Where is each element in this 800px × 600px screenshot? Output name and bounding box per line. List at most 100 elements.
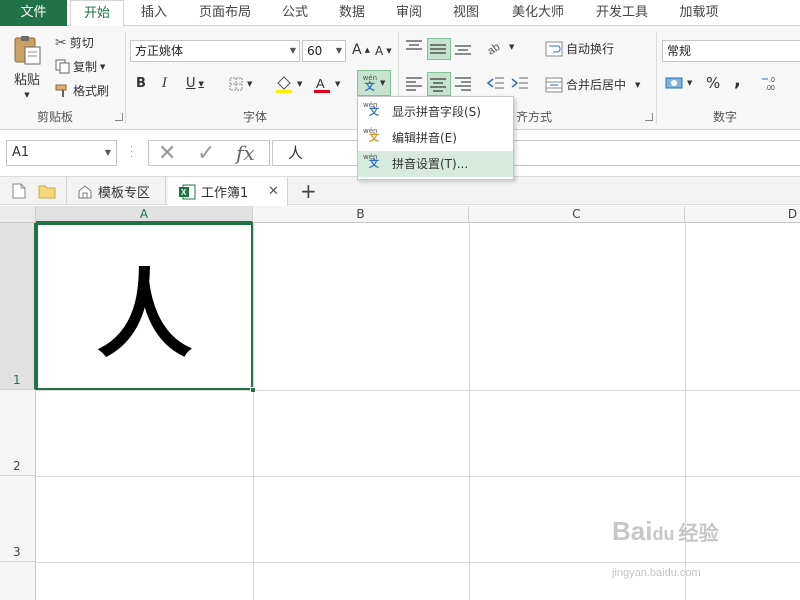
underline-button[interactable]: U ▼ bbox=[186, 76, 204, 91]
fill-color-button[interactable]: ▼ bbox=[274, 74, 302, 94]
gridline bbox=[253, 223, 254, 600]
confirm-entry-button[interactable]: ✓ bbox=[197, 141, 215, 166]
align-right-icon bbox=[455, 77, 471, 91]
row-header-1[interactable]: 1 bbox=[0, 223, 36, 390]
currency-icon bbox=[665, 77, 683, 89]
phonetic-button[interactable]: wén 文 ▼ bbox=[357, 70, 391, 96]
edit-phonetic-icon: wén 文 bbox=[363, 127, 379, 144]
border-icon bbox=[229, 77, 243, 91]
cancel-entry-button[interactable]: ✕ bbox=[158, 141, 176, 166]
fill-handle[interactable] bbox=[250, 387, 256, 393]
insert-function-button[interactable]: fx bbox=[236, 141, 255, 165]
workbook-tab-label: 工作簿1 bbox=[201, 186, 249, 201]
row-header-4[interactable] bbox=[0, 562, 36, 600]
italic-button[interactable]: I bbox=[162, 76, 167, 91]
font-size-value: 60 bbox=[307, 44, 323, 58]
comma-button[interactable]: , bbox=[734, 70, 741, 91]
accounting-format-button[interactable]: ▼ bbox=[664, 74, 692, 92]
format-painter-label: 格式刷 bbox=[73, 84, 110, 98]
font-color-button[interactable]: A ▼ bbox=[312, 74, 340, 94]
align-top-icon bbox=[406, 40, 422, 50]
increase-decimal-button[interactable]: .0 .00 bbox=[760, 74, 784, 92]
align-center-button[interactable] bbox=[427, 72, 451, 96]
splitter-dots-icon[interactable]: · · · bbox=[130, 143, 133, 163]
tab-data[interactable]: 数据 bbox=[326, 0, 378, 26]
tab-review[interactable]: 审阅 bbox=[384, 0, 434, 26]
workbook-tab[interactable]: X 工作簿1 ✕ bbox=[168, 177, 288, 206]
divider bbox=[125, 32, 126, 124]
font-name-combo[interactable]: 方正姚体 ▼ bbox=[130, 40, 300, 62]
align-left-button[interactable] bbox=[404, 74, 424, 92]
svg-text:ab: ab bbox=[486, 41, 502, 56]
column-header-c[interactable]: C bbox=[469, 206, 685, 223]
chevron-down-icon[interactable]: ▼ bbox=[336, 41, 342, 61]
new-document-button[interactable] bbox=[2, 177, 26, 205]
name-box[interactable]: A1 ▼ bbox=[6, 140, 117, 166]
formula-input[interactable]: 人 bbox=[272, 140, 800, 166]
tab-formulas[interactable]: 公式 bbox=[270, 0, 320, 26]
cut-button[interactable]: ✂ 剪切 bbox=[55, 34, 94, 51]
font-size-combo[interactable]: 60 ▼ bbox=[302, 40, 346, 62]
chevron-down-icon: ▼ bbox=[247, 80, 253, 88]
tab-addins[interactable]: 加载项 bbox=[668, 0, 730, 26]
bold-button[interactable]: B bbox=[136, 76, 146, 91]
orientation-button[interactable]: ab ▼ bbox=[486, 38, 514, 56]
comma-label: , bbox=[734, 70, 741, 91]
tab-beautify[interactable]: 美化大师 bbox=[500, 0, 576, 26]
format-painter-button[interactable]: 格式刷 bbox=[55, 82, 109, 99]
open-folder-button[interactable] bbox=[28, 177, 56, 205]
tab-developer[interactable]: 开发工具 bbox=[584, 0, 660, 26]
column-header-d[interactable]: D bbox=[685, 206, 800, 223]
format-painter-icon bbox=[55, 84, 67, 97]
grow-font-button[interactable]: A ▲ bbox=[352, 42, 370, 58]
menu-item-phonetic-settings[interactable]: wén 文 拼音设置(T)... bbox=[358, 151, 513, 177]
copy-button[interactable]: 复制 ▼ bbox=[55, 58, 105, 75]
wrap-text-button[interactable]: 自动换行 bbox=[545, 40, 614, 57]
tab-home[interactable]: 开始 bbox=[70, 0, 124, 27]
font-name-value: 方正姚体 bbox=[135, 44, 184, 58]
menu-item-edit-phonetic[interactable]: wén 文 编辑拼音(E) bbox=[358, 125, 513, 151]
tab-page-layout[interactable]: 页面布局 bbox=[186, 0, 264, 26]
increase-indent-button[interactable] bbox=[510, 74, 530, 92]
shrink-font-button[interactable]: A ▼ bbox=[375, 44, 392, 58]
align-bottom-button[interactable] bbox=[453, 38, 473, 56]
underline-label: U bbox=[186, 76, 196, 91]
number-format-combo[interactable]: 常规 bbox=[662, 40, 800, 62]
chevron-down-icon[interactable]: ▼ bbox=[105, 141, 111, 165]
tab-file[interactable]: 文件 bbox=[0, 0, 67, 26]
align-top-button[interactable] bbox=[404, 38, 424, 56]
column-header-b[interactable]: B bbox=[253, 206, 469, 223]
workbook-tabs-bar: 模板专区 X 工作簿1 ✕ + bbox=[0, 176, 800, 206]
paste-button[interactable]: 粘贴 ▼ bbox=[8, 34, 46, 99]
align-center-icon bbox=[430, 78, 446, 92]
select-all-corner[interactable] bbox=[0, 206, 36, 223]
percent-button[interactable]: % bbox=[706, 74, 720, 92]
fx-icon: fx bbox=[236, 141, 255, 165]
align-right-button[interactable] bbox=[453, 74, 473, 92]
divider bbox=[656, 32, 657, 124]
align-middle-button[interactable] bbox=[427, 38, 451, 60]
chevron-down-icon: ▼ bbox=[198, 79, 204, 88]
row-header-2[interactable]: 2 bbox=[0, 390, 36, 476]
alignment-launcher-icon[interactable] bbox=[645, 113, 653, 121]
wrap-text-label: 自动换行 bbox=[566, 42, 615, 56]
menu-item-show-phonetic[interactable]: wén 文 显示拼音字段(S) bbox=[358, 99, 513, 125]
chevron-down-icon[interactable]: ▼ bbox=[290, 41, 296, 61]
row-header-3[interactable]: 3 bbox=[0, 476, 36, 562]
scissors-icon: ✂ bbox=[55, 34, 67, 51]
add-tab-button[interactable]: + bbox=[290, 177, 317, 205]
tab-view[interactable]: 视图 bbox=[440, 0, 492, 26]
decrease-indent-button[interactable] bbox=[486, 74, 506, 92]
border-button[interactable]: ▼ bbox=[228, 76, 252, 92]
merge-center-button[interactable]: 合并后居中 ▼ bbox=[545, 76, 640, 93]
clipboard-group-label: 剪贴板 bbox=[36, 110, 73, 124]
tab-insert[interactable]: 插入 bbox=[128, 0, 180, 26]
chevron-down-icon: ▼ bbox=[509, 43, 515, 51]
baidu-watermark: Baidu 经验 bbox=[612, 516, 719, 546]
close-icon[interactable]: ✕ bbox=[268, 184, 279, 199]
column-header-a[interactable]: A bbox=[36, 206, 253, 223]
increase-indent-icon bbox=[511, 77, 528, 89]
clipboard-launcher-icon[interactable] bbox=[115, 113, 123, 121]
template-zone-tab[interactable]: 模板专区 bbox=[66, 177, 166, 205]
copy-label: 复制 bbox=[73, 60, 98, 74]
